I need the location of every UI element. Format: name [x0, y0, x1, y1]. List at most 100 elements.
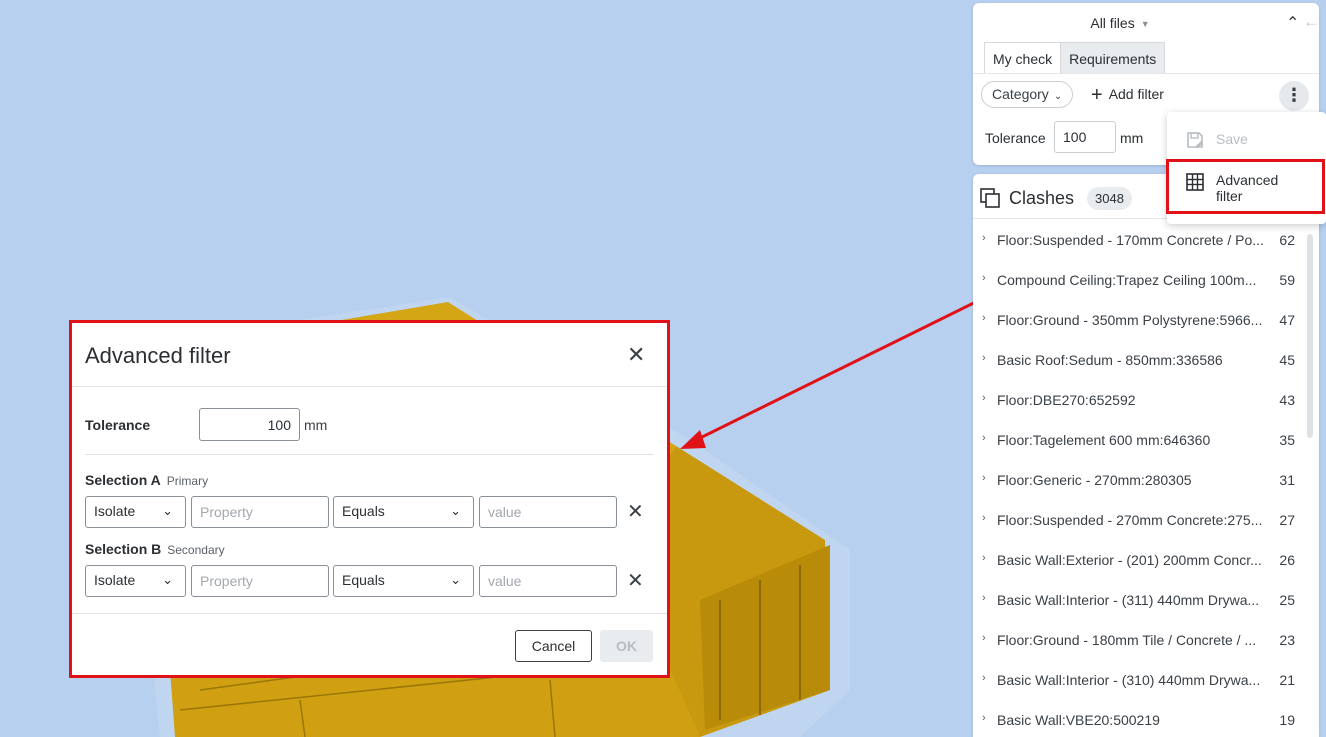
remove-selection-b-icon[interactable]: ✕: [627, 570, 644, 592]
dialog-footer-divider: [72, 613, 667, 614]
menu-item-advanced-filter[interactable]: Advanced filter: [1185, 172, 1278, 204]
clash-row[interactable]: › Basic Wall:Interior - (310) 440mm Drywa…: [973, 659, 1319, 699]
file-scope-dropdown[interactable]: All files ▼: [973, 15, 1267, 31]
chevron-right-icon[interactable]: ›: [982, 712, 986, 724]
grid-icon: [1186, 173, 1204, 191]
chevron-right-icon[interactable]: ›: [982, 672, 986, 684]
chevron-down-icon: ⌄: [1053, 91, 1063, 102]
selection-a-value-input[interactable]: [479, 496, 617, 528]
clash-row[interactable]: › Floor:Suspended - 270mm Concrete:275...…: [973, 499, 1319, 539]
selection-a-heading: Selection A Primary: [85, 472, 208, 488]
chevron-right-icon[interactable]: ›: [982, 512, 986, 524]
clash-row[interactable]: › Basic Wall:Interior - (311) 440mm Drywa…: [973, 579, 1319, 619]
chevron-right-icon[interactable]: ›: [982, 312, 986, 324]
chevron-right-icon[interactable]: ›: [982, 392, 986, 404]
clash-count: 23: [1279, 632, 1295, 648]
selection-a-mode: Isolate: [94, 503, 136, 519]
clash-name: Floor:Ground - 180mm Tile / Concrete / .…: [997, 632, 1257, 648]
remove-selection-a-icon[interactable]: ✕: [627, 501, 644, 523]
category-label: Category: [992, 86, 1049, 102]
tab-my-check[interactable]: My check: [984, 42, 1062, 74]
selection-a-property-input[interactable]: [191, 496, 329, 528]
chevron-down-icon: ⌄: [450, 503, 461, 518]
selection-b-operator-select[interactable]: Equals ⌄: [333, 565, 474, 597]
clash-row[interactable]: › Floor:Ground - 180mm Tile / Concrete / …: [973, 619, 1319, 659]
dialog-tolerance-unit: mm: [304, 417, 328, 433]
chevron-down-icon: ⌄: [162, 572, 173, 587]
selection-b-label: Selection B: [85, 541, 162, 557]
clashes-title: Clashes: [1009, 188, 1075, 208]
selection-b-mode: Isolate: [94, 572, 136, 588]
clash-count: 59: [1279, 272, 1295, 288]
clash-count: 19: [1279, 712, 1295, 728]
menu-advanced-filter-label: Advanced filter: [1216, 172, 1279, 204]
clash-count: 26: [1279, 552, 1295, 568]
clash-count: 47: [1279, 312, 1295, 328]
selection-a-operator: Equals: [342, 503, 385, 519]
menu-save-label: Save: [1216, 131, 1248, 147]
tab-requirements[interactable]: Requirements: [1061, 42, 1166, 74]
chevron-right-icon[interactable]: ›: [982, 592, 986, 604]
selection-a-label: Selection A: [85, 472, 161, 488]
chevron-right-icon[interactable]: ›: [982, 632, 986, 644]
selection-a-mode-select[interactable]: Isolate ⌄: [85, 496, 186, 528]
chevron-right-icon[interactable]: ›: [982, 232, 986, 244]
chevron-right-icon[interactable]: ›: [982, 552, 986, 564]
clash-row[interactable]: › Floor:Suspended - 170mm Concrete / Po..…: [973, 219, 1319, 259]
menu-item-save[interactable]: Save: [1185, 130, 1248, 153]
clash-row[interactable]: › Floor:Ground - 350mm Polystyrene:5966..…: [973, 299, 1319, 339]
clash-name: Floor:DBE270:652592: [997, 392, 1136, 408]
clash-row[interactable]: › Basic Roof:Sedum - 850mm:336586 45: [973, 339, 1319, 379]
chevron-up-icon[interactable]: ⌃: [1286, 13, 1299, 33]
clash-row[interactable]: › Floor:DBE270:652592 43: [973, 379, 1319, 419]
clash-name: Basic Wall:Interior - (310) 440mm Drywa.…: [997, 672, 1261, 688]
tolerance-unit: mm: [1120, 130, 1144, 146]
tolerance-input[interactable]: [1054, 121, 1116, 153]
tab-divider: [973, 73, 1319, 74]
chevron-right-icon[interactable]: ›: [982, 472, 986, 484]
selection-b-mode-select[interactable]: Isolate ⌄: [85, 565, 186, 597]
clash-row[interactable]: › Basic Wall:Exterior - (201) 200mm Concr…: [973, 539, 1319, 579]
more-options-icon[interactable]: ⋮: [1279, 81, 1309, 111]
options-menu: Save Advanced filter: [1167, 112, 1326, 224]
tolerance-label: Tolerance: [985, 130, 1046, 146]
caret-down-icon: ▼: [1140, 19, 1150, 30]
selection-a-operator-select[interactable]: Equals ⌄: [333, 496, 474, 528]
cancel-button[interactable]: Cancel: [515, 630, 592, 662]
clash-name: Floor:Generic - 270mm:280305: [997, 472, 1192, 488]
selection-b-property-input[interactable]: [191, 565, 329, 597]
save-icon: [1187, 132, 1203, 148]
selection-b-value-input[interactable]: [479, 565, 617, 597]
clashes-icon: [980, 188, 1000, 208]
chevron-right-icon[interactable]: ›: [982, 352, 986, 364]
add-filter-label: Add filter: [1108, 86, 1164, 102]
clash-count: 45: [1279, 352, 1295, 368]
chevron-right-icon[interactable]: ›: [982, 432, 986, 444]
clash-list-scrollbar[interactable]: [1307, 234, 1313, 438]
chevron-down-icon: ⌄: [450, 572, 461, 587]
selection-b-operator: Equals: [342, 572, 385, 588]
add-filter-button[interactable]: + Add filter: [1091, 84, 1164, 107]
clashes-count-badge: 3048: [1087, 187, 1132, 210]
file-scope-label: All files: [1090, 15, 1135, 31]
tab-bar: My check Requirements: [984, 42, 1166, 74]
category-filter-chip[interactable]: Category ⌄: [981, 81, 1074, 108]
clash-row[interactable]: › Floor:Generic - 270mm:280305 31: [973, 459, 1319, 499]
clash-row[interactable]: › Basic Wall:VBE20:500219 19: [973, 699, 1319, 737]
ok-button[interactable]: OK: [600, 630, 653, 662]
clash-count: 43: [1279, 392, 1295, 408]
close-icon[interactable]: ✕: [627, 343, 645, 367]
clash-row[interactable]: › Floor:Tagelement 600 mm:646360 35: [973, 419, 1319, 459]
clash-row[interactable]: › Compound Ceiling:Trapez Ceiling 100m...…: [973, 259, 1319, 299]
tolerance-divider: [85, 454, 654, 455]
clash-name: Floor:Ground - 350mm Polystyrene:5966...: [997, 312, 1263, 328]
clash-count: 35: [1279, 432, 1295, 448]
clash-list: › Floor:Suspended - 170mm Concrete / Po..…: [973, 219, 1319, 737]
selection-a-sub: Primary: [166, 474, 209, 488]
chevron-right-icon[interactable]: ›: [982, 272, 986, 284]
clash-count: 62: [1279, 232, 1295, 248]
arrow-left-icon[interactable]: ←: [1303, 12, 1320, 32]
clash-name: Basic Roof:Sedum - 850mm:336586: [997, 352, 1223, 368]
dialog-tolerance-input[interactable]: [199, 408, 300, 441]
clash-name: Floor:Suspended - 270mm Concrete:275...: [997, 512, 1263, 528]
